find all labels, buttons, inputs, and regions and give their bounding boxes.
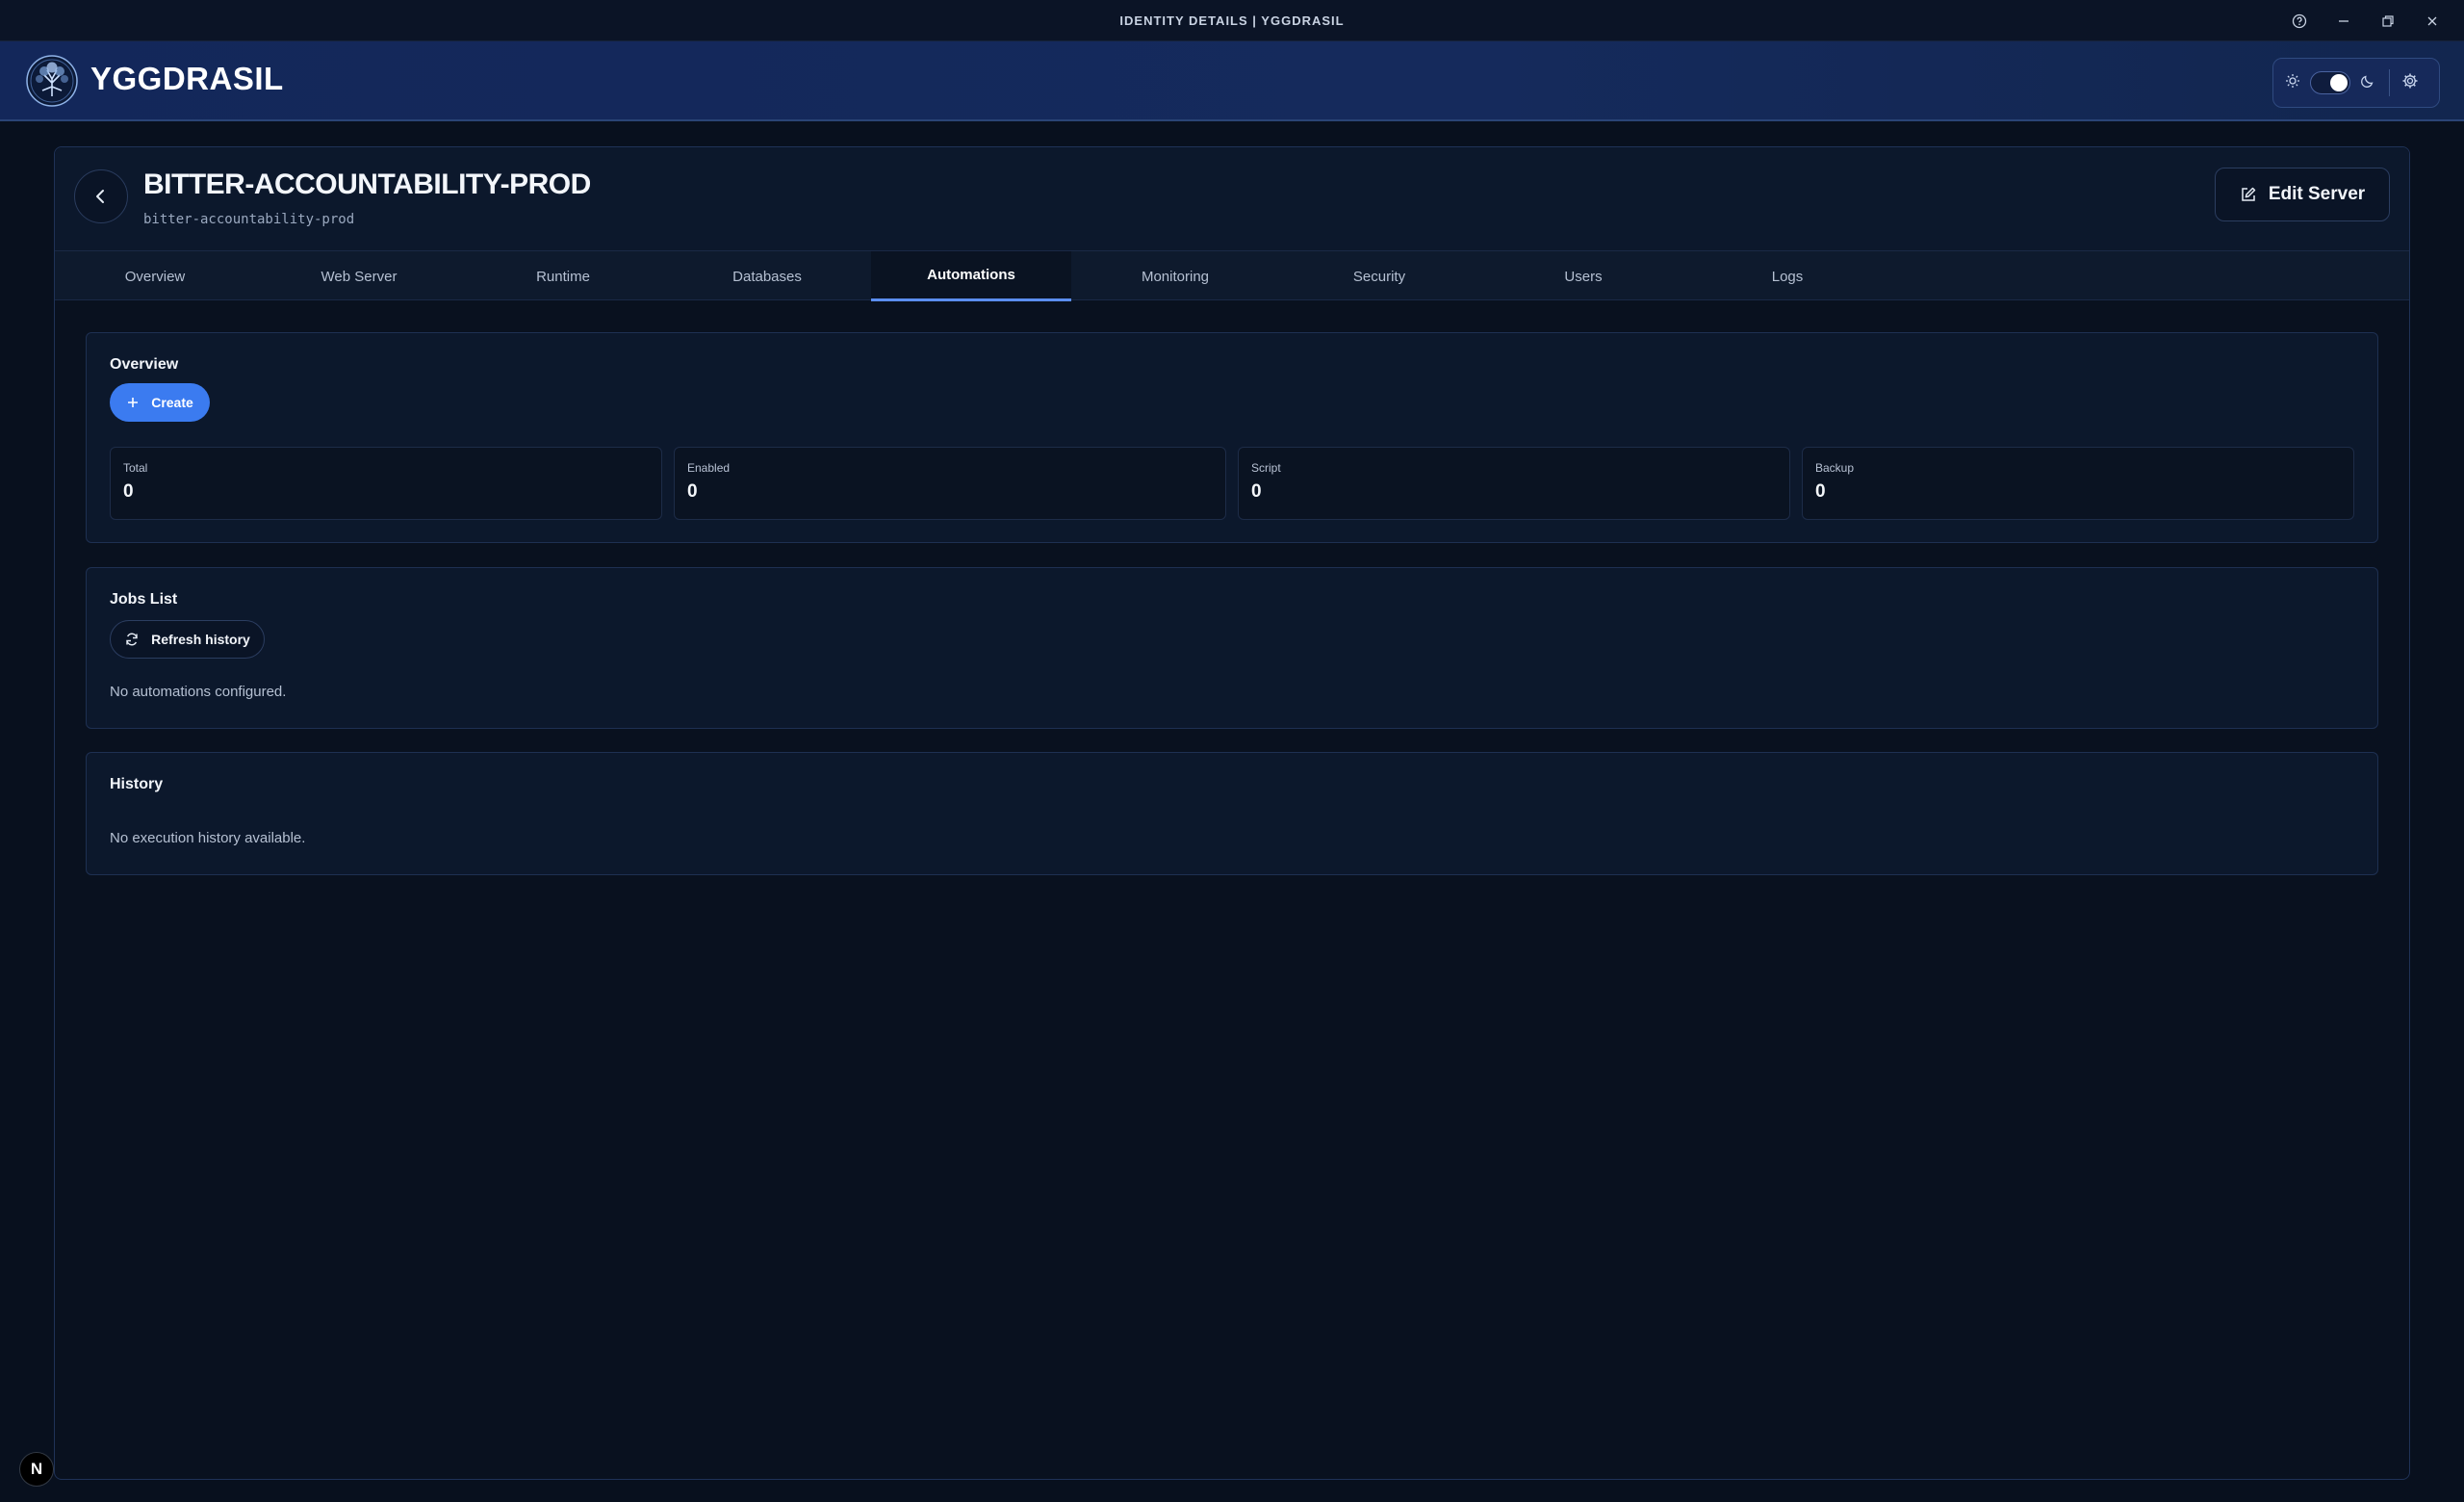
server-header: BITTER-ACCOUNTABILITY-PROD bitter-accoun… <box>55 147 2409 250</box>
page-title: BITTER-ACCOUNTABILITY-PROD <box>143 168 591 200</box>
restore-icon[interactable] <box>2366 0 2410 41</box>
server-detail-panel: BITTER-ACCOUNTABILITY-PROD bitter-accoun… <box>54 146 2410 1480</box>
stat-script: Script 0 <box>1238 447 1790 520</box>
stat-value: 0 <box>1251 481 1262 502</box>
stat-enabled: Enabled 0 <box>674 447 1226 520</box>
create-label: Create <box>151 395 193 410</box>
tab-logs[interactable]: Logs <box>1687 251 1887 301</box>
theme-toggle[interactable] <box>2310 71 2350 94</box>
help-icon[interactable] <box>2277 0 2322 41</box>
stat-label: Backup <box>1815 461 1855 475</box>
create-button[interactable]: Create <box>110 383 210 422</box>
refresh-icon <box>126 633 138 646</box>
refresh-history-label: Refresh history <box>151 632 250 647</box>
gear-icon[interactable] <box>2401 72 2419 94</box>
jobs-empty-message: No automations configured. <box>110 684 287 700</box>
sun-icon <box>2285 73 2300 93</box>
tab-bar: Overview Web Server Runtime Databases Au… <box>55 250 2409 301</box>
theme-controls <box>2272 58 2440 108</box>
brand-name: YGGDRASIL <box>90 61 284 96</box>
tab-automations[interactable]: Automations <box>871 251 1071 301</box>
stat-value: 0 <box>687 481 698 502</box>
edit-server-label: Edit Server <box>2268 184 2366 204</box>
history-title: History <box>110 776 164 792</box>
edit-icon <box>2242 187 2256 201</box>
close-icon[interactable] <box>2410 0 2454 41</box>
jobs-list-card: Jobs List Refresh history No automations… <box>86 567 2378 729</box>
moon-icon <box>2360 73 2375 93</box>
stat-label: Script <box>1251 461 1281 475</box>
overview-card: Overview Create Total 0 Enabled 0 Script… <box>86 332 2378 543</box>
app-header: YGGDRASIL <box>0 41 2464 121</box>
chevron-left-icon <box>96 190 104 203</box>
overview-title: Overview <box>110 356 179 373</box>
stat-total: Total 0 <box>110 447 662 520</box>
window-title: IDENTITY DETAILS | YGGDRASIL <box>1119 13 1345 28</box>
stat-value: 0 <box>123 481 134 502</box>
back-button[interactable] <box>74 169 128 223</box>
tab-overview[interactable]: Overview <box>55 251 255 301</box>
window-titlebar: IDENTITY DETAILS | YGGDRASIL <box>0 0 2464 41</box>
toggle-knob <box>2330 74 2348 91</box>
minimize-icon[interactable] <box>2322 0 2366 41</box>
theme-divider <box>2389 69 2390 96</box>
tree-logo-icon[interactable] <box>25 54 79 108</box>
edit-server-button[interactable]: Edit Server <box>2215 168 2390 221</box>
stat-backup: Backup 0 <box>1802 447 2354 520</box>
nextjs-dev-badge[interactable]: N <box>19 1452 54 1487</box>
refresh-history-button[interactable]: Refresh history <box>110 620 265 659</box>
stat-label: Total <box>123 461 148 475</box>
tab-web-server[interactable]: Web Server <box>259 251 459 301</box>
tab-security[interactable]: Security <box>1279 251 1479 301</box>
server-slug: bitter-accountability-prod <box>143 212 355 227</box>
history-empty-message: No execution history available. <box>110 830 306 846</box>
window-controls <box>2277 0 2454 41</box>
jobs-list-title: Jobs List <box>110 591 178 608</box>
tab-runtime[interactable]: Runtime <box>463 251 663 301</box>
tab-monitoring[interactable]: Monitoring <box>1075 251 1275 301</box>
tab-users[interactable]: Users <box>1483 251 1683 301</box>
stat-label: Enabled <box>687 461 731 475</box>
plus-icon <box>128 398 139 407</box>
history-card: History No execution history available. <box>86 752 2378 875</box>
stat-value: 0 <box>1815 481 1826 502</box>
tab-databases[interactable]: Databases <box>667 251 867 301</box>
